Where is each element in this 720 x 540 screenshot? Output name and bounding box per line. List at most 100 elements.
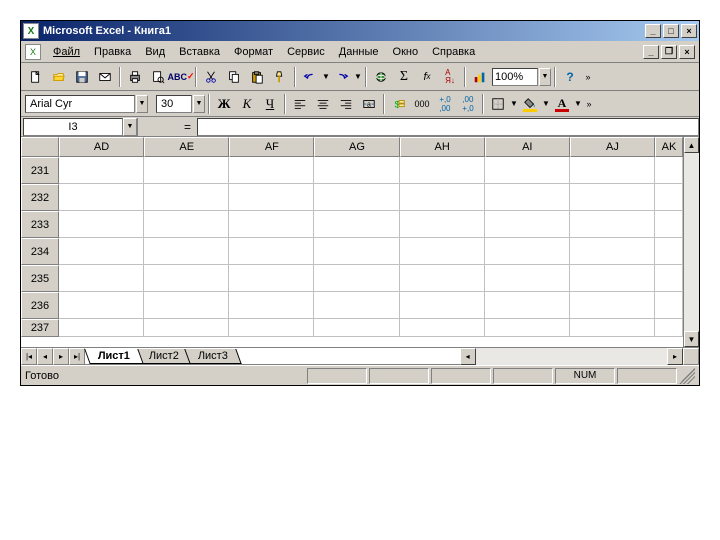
- chart-icon[interactable]: [469, 66, 491, 88]
- column-header[interactable]: AE: [144, 137, 229, 157]
- tab-nav-next-icon[interactable]: ▸: [53, 348, 69, 365]
- column-header[interactable]: AI: [485, 137, 570, 157]
- row-header[interactable]: 233: [21, 211, 59, 238]
- align-right-icon[interactable]: [335, 93, 357, 115]
- font-dropdown[interactable]: ▼: [136, 95, 148, 113]
- menu-help[interactable]: Справка: [426, 44, 481, 60]
- menu-insert[interactable]: Вставка: [173, 44, 226, 60]
- tab-nav-first-icon[interactable]: |◂: [21, 348, 37, 365]
- maximize-button[interactable]: □: [663, 24, 679, 38]
- italic-button[interactable]: К: [236, 93, 258, 115]
- select-all-corner[interactable]: [21, 137, 59, 157]
- row-header[interactable]: 236: [21, 292, 59, 319]
- zoom-input[interactable]: 100%: [492, 68, 538, 86]
- sort-asc-icon[interactable]: АЯ↓: [439, 66, 461, 88]
- print-icon[interactable]: [124, 66, 146, 88]
- open-icon[interactable]: [48, 66, 70, 88]
- minimize-button[interactable]: _: [645, 24, 661, 38]
- font-color-icon[interactable]: A: [551, 93, 573, 115]
- font-size-selector[interactable]: 30: [156, 95, 192, 113]
- borders-icon[interactable]: [487, 93, 509, 115]
- status-numlock: NUM: [555, 368, 615, 384]
- column-header[interactable]: AK: [655, 137, 683, 157]
- horizontal-scrollbar[interactable]: ◂ ▸: [460, 348, 683, 365]
- cells-area[interactable]: [59, 157, 683, 337]
- spellcheck-icon[interactable]: ABC✓: [170, 66, 192, 88]
- vertical-scrollbar[interactable]: ▲ ▼: [683, 137, 699, 347]
- hyperlink-icon[interactable]: [370, 66, 392, 88]
- new-icon[interactable]: [25, 66, 47, 88]
- formula-input[interactable]: [197, 118, 699, 136]
- comma-style-icon[interactable]: 000: [411, 93, 433, 115]
- menu-file[interactable]: Файл: [47, 44, 86, 60]
- scroll-down-icon[interactable]: ▼: [684, 331, 699, 347]
- document-icon[interactable]: X: [25, 44, 41, 60]
- increase-decimal-icon[interactable]: +,0,00: [434, 93, 456, 115]
- paste-icon[interactable]: [246, 66, 268, 88]
- font-color-dropdown[interactable]: ▼: [574, 99, 582, 108]
- undo-dropdown[interactable]: ▼: [322, 72, 330, 81]
- menu-format[interactable]: Формат: [228, 44, 279, 60]
- sheet-tab-3[interactable]: Лист3: [184, 349, 241, 364]
- currency-icon[interactable]: $: [388, 93, 410, 115]
- svg-text:a: a: [367, 101, 371, 108]
- tab-nav-last-icon[interactable]: ▸|: [69, 348, 85, 365]
- menu-window[interactable]: Окно: [387, 44, 425, 60]
- zoom-dropdown[interactable]: ▼: [539, 68, 551, 86]
- equals-label[interactable]: =: [137, 118, 197, 136]
- name-box-dropdown[interactable]: ▼: [123, 118, 137, 136]
- row-header[interactable]: 234: [21, 238, 59, 265]
- function-icon[interactable]: fx: [416, 66, 438, 88]
- align-center-icon[interactable]: [312, 93, 334, 115]
- copy-icon[interactable]: [223, 66, 245, 88]
- print-preview-icon[interactable]: [147, 66, 169, 88]
- name-box[interactable]: I3: [23, 118, 123, 136]
- redo-icon[interactable]: [331, 66, 353, 88]
- menu-edit[interactable]: Правка: [88, 44, 137, 60]
- scroll-up-icon[interactable]: ▲: [684, 137, 699, 153]
- format-painter-icon[interactable]: [269, 66, 291, 88]
- scroll-left-icon[interactable]: ◂: [460, 348, 476, 365]
- merge-center-icon[interactable]: a: [358, 93, 380, 115]
- menu-view[interactable]: Вид: [139, 44, 171, 60]
- resize-grip[interactable]: [679, 368, 695, 384]
- excel-icon: X: [23, 23, 39, 39]
- bold-button[interactable]: Ж: [213, 93, 235, 115]
- help-icon[interactable]: ?: [559, 66, 581, 88]
- column-header[interactable]: AD: [59, 137, 144, 157]
- standard-toolbar: ABC✓ ▼ ▼ Σ fx АЯ↓ 100% ▼ ? »: [21, 63, 699, 91]
- font-size-dropdown[interactable]: ▼: [193, 95, 205, 113]
- format-toolbar-more[interactable]: »: [583, 99, 595, 109]
- scroll-right-icon[interactable]: ▸: [667, 348, 683, 365]
- column-header[interactable]: AF: [229, 137, 314, 157]
- menu-data[interactable]: Данные: [333, 44, 385, 60]
- redo-dropdown[interactable]: ▼: [354, 72, 362, 81]
- fill-color-dropdown[interactable]: ▼: [542, 99, 550, 108]
- align-left-icon[interactable]: [289, 93, 311, 115]
- row-header[interactable]: 237: [21, 319, 59, 337]
- decrease-decimal-icon[interactable]: ,00+,0: [457, 93, 479, 115]
- doc-close-button[interactable]: ×: [679, 45, 695, 59]
- column-header[interactable]: AJ: [570, 137, 655, 157]
- sheet-tab-1[interactable]: Лист1: [84, 349, 144, 364]
- underline-button[interactable]: Ч: [259, 93, 281, 115]
- column-header[interactable]: AG: [314, 137, 399, 157]
- doc-minimize-button[interactable]: _: [643, 45, 659, 59]
- save-icon[interactable]: [71, 66, 93, 88]
- toolbar-more[interactable]: »: [582, 72, 594, 82]
- row-header[interactable]: 235: [21, 265, 59, 292]
- row-header[interactable]: 231: [21, 157, 59, 184]
- close-button[interactable]: ×: [681, 24, 697, 38]
- cut-icon[interactable]: [200, 66, 222, 88]
- menu-tools[interactable]: Сервис: [281, 44, 331, 60]
- fill-color-icon[interactable]: [519, 93, 541, 115]
- row-header[interactable]: 232: [21, 184, 59, 211]
- font-selector[interactable]: Arial Cyr: [25, 95, 135, 113]
- undo-icon[interactable]: [299, 66, 321, 88]
- column-header[interactable]: AH: [400, 137, 485, 157]
- email-icon[interactable]: [94, 66, 116, 88]
- tab-nav-prev-icon[interactable]: ◂: [37, 348, 53, 365]
- doc-restore-button[interactable]: ❐: [661, 45, 677, 59]
- autosum-icon[interactable]: Σ: [393, 66, 415, 88]
- borders-dropdown[interactable]: ▼: [510, 99, 518, 108]
